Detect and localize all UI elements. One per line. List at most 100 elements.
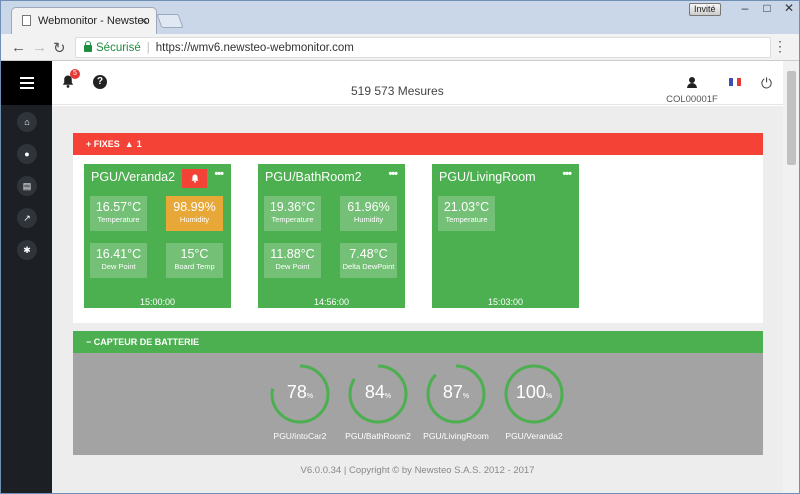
forward-icon[interactable]: → (32, 39, 47, 56)
app-header: 5 ? 519 573 Mesures COL00001F ⏻ (52, 61, 783, 105)
measure-value: 15°C (180, 247, 209, 261)
sensor-card-title: PGU/Veranda2 (91, 170, 176, 184)
sensor-card-title: PGU/BathRoom2 (265, 170, 362, 184)
url-text: https://wmv6.newsteo-webmonitor.com (155, 41, 354, 54)
fixes-title: + FIXES (86, 139, 120, 149)
measure-label: Temperature (271, 215, 314, 224)
measure-value: 7.48°C (349, 247, 388, 261)
main-content: + FIXES ▲ 1 PGU/Veranda2 ••• 16.57°C Temper… (52, 106, 783, 493)
battery-unit: % (545, 393, 553, 400)
last-update-time: 14:56:00 (313, 297, 350, 307)
address-bar: ← → ↻ Sécurisé | https://wmv6.newsteo-we… (1, 34, 799, 61)
sensor-card[interactable]: PGU/BathRoom2 ••• 19.36°C Temperature 61.96%… (258, 164, 405, 308)
battery-value: 87 (442, 382, 463, 402)
bell-icon[interactable]: ● (17, 144, 37, 164)
secure-label: Sécurisé (96, 41, 141, 54)
gear-icon[interactable]: ✱ (17, 240, 37, 260)
measure-tile[interactable]: 11.88°C Dew Point (264, 243, 321, 278)
measure-value: 16.41°C (95, 247, 142, 261)
home-icon[interactable]: ⌂ (17, 112, 37, 132)
measure-tile[interactable]: 15°C Board Temp (166, 243, 223, 278)
measure-tile[interactable]: 16.57°C Temperature (90, 196, 147, 231)
tab-bar: Webmonitor - Newsteo × Invité – □ ✕ (1, 1, 799, 34)
battery-unit: % (384, 393, 392, 400)
minimize-icon[interactable]: – (734, 1, 756, 17)
sensor-card-title: PGU/LivingRoom (439, 170, 536, 184)
trend-icon[interactable]: ↗ (17, 208, 37, 228)
user-code: COL00001F (666, 94, 718, 105)
measure-value: 19.36°C (269, 200, 316, 214)
browser-tab[interactable]: Webmonitor - Newsteo × (11, 7, 157, 34)
battery-percent: 100% (503, 382, 565, 403)
hamburger-menu-icon[interactable] (1, 61, 52, 105)
lock-icon (84, 41, 92, 52)
url-field[interactable]: Sécurisé | https://wmv6.newsteo-webmonit… (75, 37, 771, 58)
measure-value: 21.03°C (443, 200, 490, 214)
measure-tile[interactable]: 21.03°C Temperature (438, 196, 495, 231)
fixes-alert-count: 1 (136, 139, 142, 149)
sensor-card[interactable]: PGU/Veranda2 ••• 16.57°C Temperature 98.99% H… (84, 164, 231, 308)
measure-label: Board Temp (174, 262, 215, 271)
tab-title: Webmonitor - Newsteo (38, 15, 150, 27)
sensor-card[interactable]: PGU/LivingRoom ••• 21.03°C Temperature 15:03… (432, 164, 579, 308)
document-icon[interactable]: ▤ (17, 176, 37, 196)
last-update-time: 15:03:00 (487, 297, 524, 307)
new-tab-button[interactable] (156, 14, 184, 28)
help-icon[interactable]: ? (93, 75, 107, 89)
card-menu-icon[interactable]: ••• (388, 168, 398, 180)
close-tab-icon[interactable]: × (140, 13, 148, 28)
guest-profile-button[interactable]: Invité (689, 3, 721, 16)
language-flag-icon[interactable] (729, 78, 741, 86)
sidebar: ⌂ ● ▤ ↗ ✱ (1, 61, 52, 493)
measure-tile[interactable]: 98.99% Humidity (166, 196, 223, 231)
scrollbar-thumb[interactable] (787, 71, 796, 165)
last-update-time: 15:00:00 (139, 297, 176, 307)
measure-value: 16.57°C (95, 200, 142, 214)
page-icon (22, 15, 31, 26)
card-menu-icon[interactable]: ••• (562, 168, 572, 180)
battery-value: 78 (286, 382, 307, 402)
alarm-bell-icon[interactable] (182, 169, 207, 188)
measures-count: 519 573 Mesures (351, 84, 444, 98)
battery-percent: 84% (347, 382, 409, 403)
battery-gauge[interactable]: 84% PGU/BathRoom2 (345, 363, 411, 441)
user-menu[interactable]: COL00001F (662, 77, 722, 105)
battery-unit: % (462, 393, 470, 400)
battery-gauge[interactable]: 100% PGU/Veranda2 (503, 363, 565, 441)
maximize-icon[interactable]: □ (756, 1, 778, 17)
browser-window: Webmonitor - Newsteo × Invité – □ ✕ ← → … (0, 0, 800, 494)
warning-icon: ▲ (124, 139, 134, 149)
battery-value: 84 (364, 382, 385, 402)
measure-value: 98.99% (173, 200, 216, 214)
close-window-icon[interactable]: ✕ (778, 1, 799, 17)
measure-value: 11.88°C (270, 247, 315, 261)
battery-title: − CAPTEUR DE BATTERIE (86, 337, 200, 347)
measure-label: Dew Point (101, 262, 136, 271)
battery-unit: % (306, 393, 314, 400)
battery-gauge[interactable]: 78% PGU/intoCar2 (269, 363, 331, 441)
measure-tile[interactable]: 61.96% Humidity (340, 196, 397, 231)
battery-value: 100 (515, 382, 546, 402)
notification-badge: 5 (70, 69, 80, 79)
footer-copyright: V6.0.0.34 | Copyright © by Newsteo S.A.S… (300, 465, 535, 476)
measure-tile[interactable]: 7.48°C Delta DewPoint (340, 243, 397, 278)
measure-tile[interactable]: 19.36°C Temperature (264, 196, 321, 231)
reload-icon[interactable]: ↻ (53, 39, 66, 57)
measure-tile[interactable]: 16.41°C Dew Point (90, 243, 147, 278)
battery-percent: 87% (425, 382, 487, 403)
browser-menu-icon[interactable]: ⋮ (773, 38, 787, 55)
card-menu-icon[interactable]: ••• (214, 168, 224, 180)
battery-gauge[interactable]: 87% PGU/LivingRoom (423, 363, 489, 441)
fixes-panel-body: PGU/Veranda2 ••• 16.57°C Temperature 98.99% H… (73, 155, 763, 323)
user-icon (687, 77, 697, 88)
battery-percent: 78% (269, 382, 331, 403)
logout-icon[interactable]: ⏻ (761, 75, 772, 92)
measure-label: Delta DewPoint (342, 262, 395, 271)
scrollbar[interactable] (783, 61, 799, 493)
battery-panel-header[interactable]: − CAPTEUR DE BATTERIE (73, 331, 763, 353)
measure-label: Humidity (179, 215, 210, 224)
measure-label: Temperature (445, 215, 488, 224)
measure-label: Humidity (353, 215, 384, 224)
back-icon[interactable]: ← (11, 39, 26, 56)
fixes-panel-header[interactable]: + FIXES ▲ 1 (73, 133, 763, 155)
